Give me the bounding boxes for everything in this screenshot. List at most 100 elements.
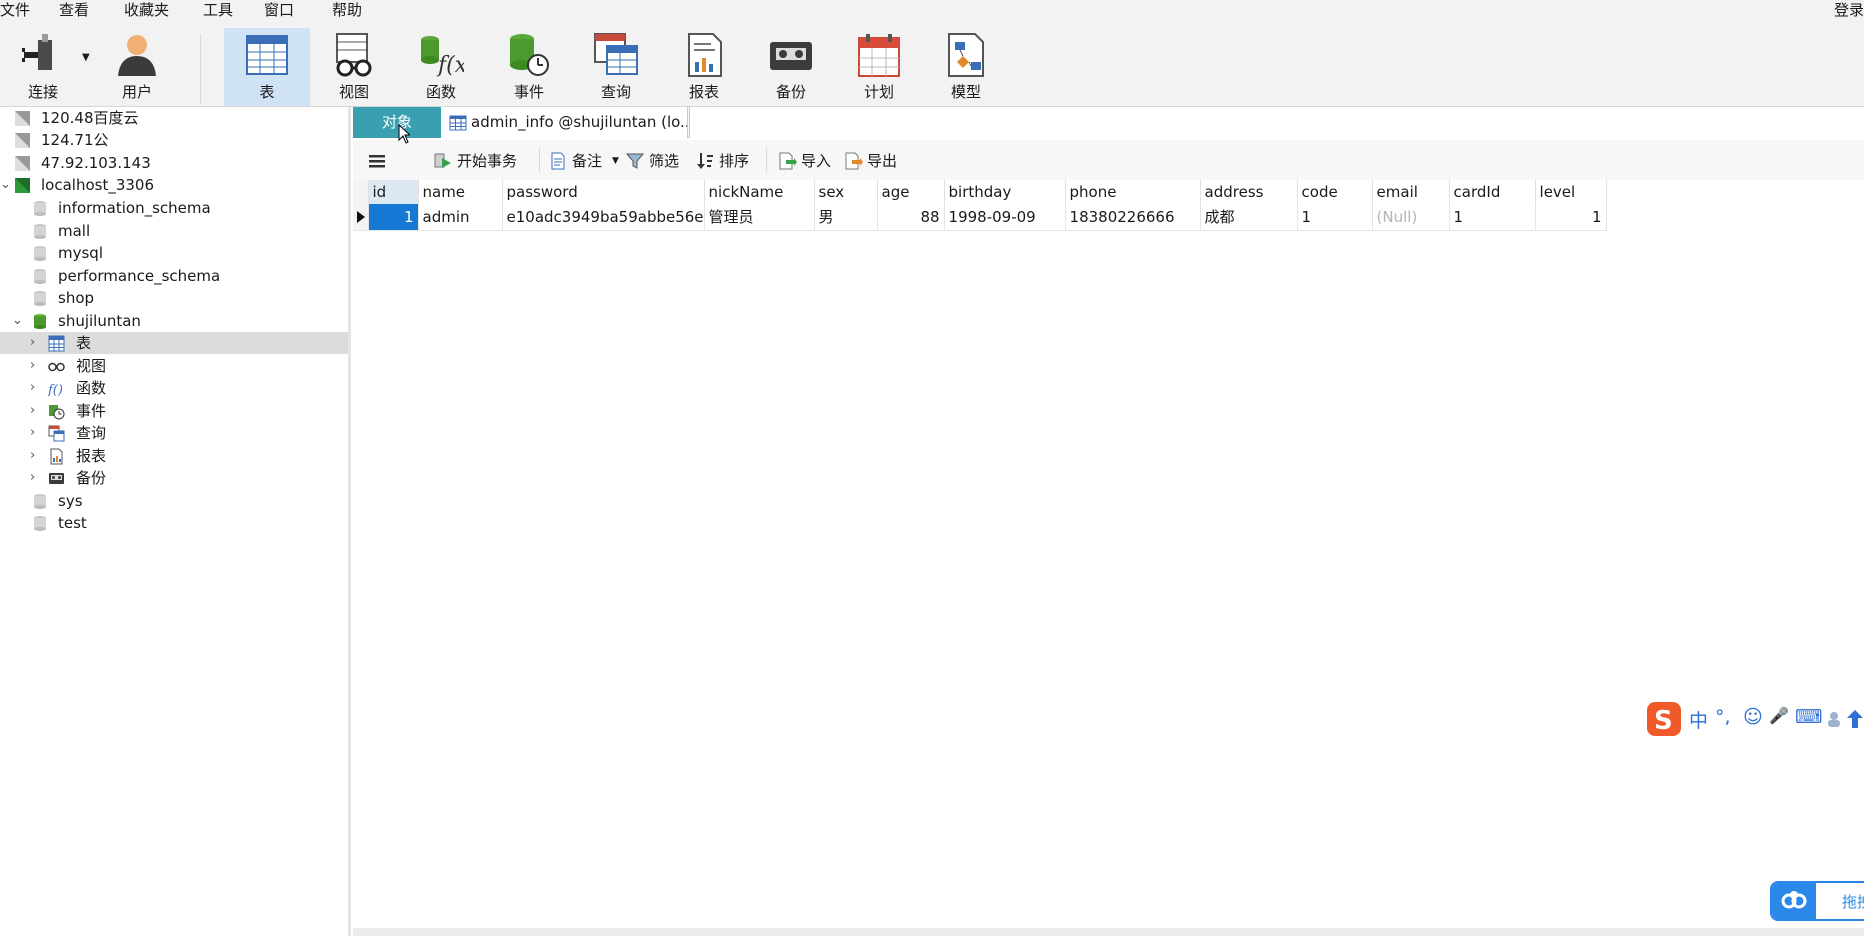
- chevron-right-icon[interactable]: ›: [30, 422, 42, 444]
- view-glasses-icon: [48, 362, 65, 372]
- column-header-phone[interactable]: phone: [1065, 180, 1201, 204]
- tree-item-views[interactable]: › 视图: [0, 355, 348, 377]
- login-link[interactable]: 登录: [1834, 0, 1864, 20]
- cell-nickname[interactable]: 管理员: [704, 204, 815, 231]
- tree-item-queries[interactable]: › 查询: [0, 422, 348, 444]
- tree-item-tables[interactable]: › 表: [0, 332, 348, 354]
- cell-password[interactable]: e10adc3949ba59abbe56e: [502, 204, 705, 231]
- ime-keyboard-icon[interactable]: ⌨: [1795, 706, 1822, 728]
- ime-toolbar[interactable]: S 中 °, ☺ 🎤 ⌨: [1645, 700, 1864, 738]
- column-header-code[interactable]: code: [1297, 180, 1373, 204]
- tree-database[interactable]: mall: [0, 220, 348, 242]
- menu-window[interactable]: 窗口: [264, 0, 294, 20]
- tree-item-functions[interactable]: › f() 函数: [0, 377, 348, 399]
- data-table[interactable]: id name password nickName sex age birthd…: [353, 180, 1607, 231]
- tree-connection[interactable]: 47.92.103.143: [0, 152, 348, 174]
- tree-database[interactable]: performance_schema: [0, 265, 348, 287]
- chevron-down-icon[interactable]: ▼: [82, 52, 90, 63]
- function-button[interactable]: f(x) 函数: [398, 28, 484, 106]
- view-button[interactable]: 视图: [311, 28, 397, 106]
- tab-objects[interactable]: 对象: [353, 107, 441, 138]
- menu-view[interactable]: 查看: [59, 0, 89, 20]
- column-header-password[interactable]: password: [502, 180, 705, 204]
- ime-punctuation[interactable]: °,: [1715, 706, 1731, 728]
- column-header-name[interactable]: name: [418, 180, 503, 204]
- chevron-right-icon[interactable]: ›: [30, 332, 42, 354]
- chevron-down-icon[interactable]: ⌄: [0, 174, 12, 196]
- tree-database[interactable]: mysql: [0, 242, 348, 264]
- chevron-right-icon[interactable]: ›: [30, 377, 42, 399]
- backup-button[interactable]: 备份: [748, 28, 834, 106]
- cell-level[interactable]: 1: [1535, 204, 1607, 231]
- column-header-sex[interactable]: sex: [814, 180, 878, 204]
- column-header-nickname[interactable]: nickName: [704, 180, 815, 204]
- cell-id[interactable]: 1: [368, 204, 419, 231]
- query-button[interactable]: 查询: [573, 28, 659, 106]
- begin-transaction-button[interactable]: 开始事务: [433, 149, 529, 173]
- cell-cardid[interactable]: 1: [1449, 204, 1536, 231]
- chevron-right-icon[interactable]: ›: [30, 400, 42, 422]
- ime-voice-icon[interactable]: 🎤: [1769, 706, 1789, 725]
- column-header-age[interactable]: age: [877, 180, 945, 204]
- menu-help[interactable]: 帮助: [332, 0, 362, 20]
- tree-connection[interactable]: 124.71公: [0, 129, 348, 151]
- chevron-right-icon[interactable]: ›: [30, 445, 42, 467]
- column-header-cardid[interactable]: cardId: [1449, 180, 1536, 204]
- cell-address[interactable]: 成都: [1200, 204, 1298, 231]
- tree-item-backups[interactable]: › 备份: [0, 467, 348, 489]
- memo-button[interactable]: 备注 ▼: [548, 149, 620, 173]
- connection-tree[interactable]: 120.48百度云 124.71公 47.92.103.143 ⌄ localh…: [0, 107, 351, 936]
- event-button[interactable]: 事件: [486, 28, 572, 106]
- cell-age[interactable]: 88: [877, 204, 945, 231]
- tree-item-events[interactable]: › 事件: [0, 400, 348, 422]
- tree-connection[interactable]: 120.48百度云: [0, 107, 348, 129]
- menu-favorites[interactable]: 收藏夹: [124, 0, 169, 20]
- column-header-level[interactable]: level: [1535, 180, 1607, 204]
- toolbar-label: 视图: [338, 83, 369, 101]
- report-button[interactable]: 报表: [661, 28, 747, 106]
- user-button[interactable]: 用户: [94, 28, 180, 106]
- tree-database-open[interactable]: ⌄ shujiluntan: [0, 310, 348, 332]
- ime-skin-icon[interactable]: [1825, 710, 1843, 728]
- cell-name[interactable]: admin: [418, 204, 503, 231]
- ime-menu-icon[interactable]: [1847, 710, 1864, 728]
- column-header-address[interactable]: address: [1200, 180, 1298, 204]
- cloud-widget[interactable]: 拖拽: [1770, 881, 1864, 921]
- filter-button[interactable]: 筛选: [625, 149, 687, 173]
- sort-button[interactable]: 排序: [695, 149, 755, 173]
- chevron-down-icon[interactable]: ▼: [612, 149, 619, 173]
- model-button[interactable]: 模型: [923, 28, 1009, 106]
- export-button[interactable]: 导出: [843, 149, 903, 173]
- horizontal-scrollbar[interactable]: [353, 928, 1864, 936]
- table-button[interactable]: 表: [224, 28, 310, 106]
- column-header-id[interactable]: id: [368, 180, 419, 204]
- cell-phone[interactable]: 18380226666: [1065, 204, 1201, 231]
- tab-admin-info[interactable]: admin_info @shujiluntan (lo...: [441, 107, 688, 138]
- import-button[interactable]: 导入: [777, 149, 837, 173]
- cell-birthday[interactable]: 1998-09-09: [944, 204, 1066, 231]
- column-header-email[interactable]: email: [1372, 180, 1450, 204]
- ime-chinese-mode[interactable]: 中: [1689, 706, 1708, 733]
- ime-emoji-icon[interactable]: ☺: [1743, 706, 1763, 728]
- chevron-down-icon[interactable]: ⌄: [12, 310, 24, 332]
- chevron-right-icon[interactable]: ›: [30, 355, 42, 377]
- data-grid[interactable]: id name password nickName sex age birthd…: [353, 180, 1864, 928]
- tree-database[interactable]: test: [0, 512, 348, 534]
- cell-code[interactable]: 1: [1297, 204, 1373, 231]
- tree-database[interactable]: information_schema: [0, 197, 348, 219]
- cell-sex[interactable]: 男: [814, 204, 878, 231]
- column-header-birthday[interactable]: birthday: [944, 180, 1066, 204]
- tree-item-reports[interactable]: › 报表: [0, 445, 348, 467]
- table-row[interactable]: 1 admin e10adc3949ba59abbe56e 管理员 男 88 1…: [353, 204, 1607, 231]
- menu-hamburger-button[interactable]: [367, 149, 391, 173]
- row-marker[interactable]: [353, 204, 369, 231]
- menu-tools[interactable]: 工具: [203, 0, 233, 20]
- cell-email[interactable]: (Null): [1372, 204, 1450, 231]
- connect-button[interactable]: ▼ 连接: [0, 28, 90, 106]
- schedule-button[interactable]: 计划: [836, 28, 922, 106]
- chevron-right-icon[interactable]: ›: [30, 467, 42, 489]
- tree-database[interactable]: sys: [0, 490, 348, 512]
- menu-file[interactable]: 文件: [0, 0, 30, 20]
- tree-connection-active[interactable]: ⌄ localhost_3306: [0, 174, 348, 196]
- tree-database[interactable]: shop: [0, 287, 348, 309]
